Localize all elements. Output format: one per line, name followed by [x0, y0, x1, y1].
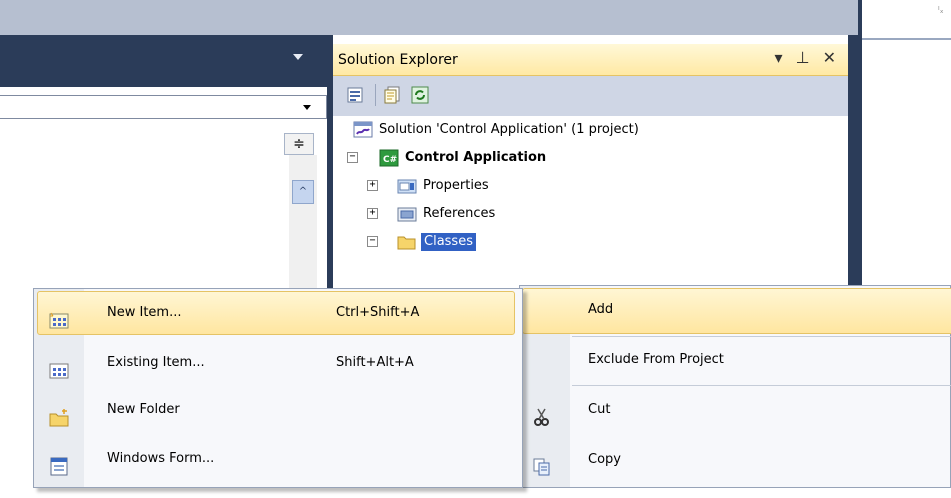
- menu-item-label: Exclude From Project: [588, 352, 724, 367]
- folder-open-icon: [397, 233, 417, 251]
- menu-item-label: Windows Form...: [107, 451, 215, 466]
- collapse-icon[interactable]: −: [347, 152, 358, 163]
- solution-tree: Solution 'Control Application' (1 projec…: [333, 116, 848, 298]
- menu-item-new-folder[interactable]: New Folder: [34, 386, 524, 434]
- panel-title: Solution Explorer: [338, 52, 458, 68]
- menu-item-copy[interactable]: Copy: [520, 436, 951, 484]
- background-window-glyph: ᴵₓ: [938, 6, 944, 16]
- properties-icon[interactable]: [347, 86, 365, 104]
- editor-tab-strip: [0, 35, 333, 87]
- ide-toolbar-strip: [0, 0, 860, 35]
- tab-dropdown-icon[interactable]: [293, 54, 303, 60]
- new-item-icon: [49, 303, 69, 329]
- menu-item-label: Existing Item...: [107, 355, 205, 370]
- expand-icon[interactable]: +: [367, 208, 378, 219]
- menu-item-windows-form[interactable]: Windows Form...: [34, 435, 524, 483]
- solution-explorer-toolbar: [333, 76, 848, 116]
- menu-item-label: Copy: [588, 452, 621, 467]
- menu-item-label: New Item...: [107, 305, 182, 320]
- menu-item-new-item[interactable]: New Item... Ctrl+Shift+A: [34, 289, 524, 337]
- existing-item-icon: [49, 353, 69, 379]
- scroll-up-icon[interactable]: ^: [292, 180, 314, 204]
- references-icon: [397, 205, 417, 223]
- copy-icon: [532, 450, 552, 476]
- expand-icon[interactable]: +: [367, 180, 378, 191]
- tree-item-label: Classes: [421, 233, 476, 251]
- solution-explorer-titlebar: Solution Explorer ▾ ⊥ ✕: [333, 44, 848, 76]
- refresh-icon[interactable]: [411, 86, 429, 104]
- menu-item-label: New Folder: [107, 402, 180, 417]
- new-folder-icon: [49, 400, 69, 427]
- show-all-files-icon[interactable]: [384, 86, 402, 104]
- tree-item-label: References: [423, 206, 496, 221]
- menu-item-existing-item[interactable]: Existing Item... Shift+Alt+A: [34, 339, 524, 387]
- menu-item-cut[interactable]: Cut: [520, 386, 951, 434]
- add-submenu: New Item... Ctrl+Shift+A Existing Item..…: [33, 288, 523, 488]
- split-window-icon[interactable]: ≑: [284, 133, 314, 155]
- panel-window-controls[interactable]: ▾ ⊥ ✕: [774, 48, 840, 67]
- divider: [862, 38, 951, 40]
- chevron-down-icon[interactable]: [303, 105, 311, 110]
- properties-folder-icon: [397, 177, 417, 195]
- tree-item-label: Properties: [423, 178, 489, 193]
- member-dropdown[interactable]: [0, 95, 327, 119]
- collapse-icon[interactable]: −: [367, 236, 378, 247]
- toolbar-separator: [375, 84, 376, 106]
- context-menu: Add Exclude From Project Cut Copy: [519, 285, 951, 488]
- solution-explorer-panel: Solution Explorer ▾ ⊥ ✕ Solution 'Contro…: [333, 44, 848, 298]
- windows-form-icon: [49, 449, 69, 476]
- svg-text:C#: C#: [383, 155, 397, 165]
- menu-item-exclude-from-project[interactable]: Exclude From Project: [520, 336, 951, 384]
- solution-icon: [353, 121, 373, 139]
- menu-item-shortcut: Ctrl+Shift+A: [336, 305, 420, 320]
- tree-item-label: Control Application: [405, 150, 547, 165]
- editor-scrollbar[interactable]: [289, 155, 317, 295]
- menu-item-shortcut: Shift+Alt+A: [336, 355, 414, 370]
- menu-item-add[interactable]: Add: [520, 286, 951, 334]
- scissors-icon: [532, 400, 552, 426]
- menu-item-label: Cut: [588, 402, 611, 417]
- tree-item-label: Solution 'Control Application' (1 projec…: [379, 122, 639, 137]
- csharp-project-icon: C#: [379, 149, 399, 167]
- menu-item-label: Add: [588, 302, 614, 317]
